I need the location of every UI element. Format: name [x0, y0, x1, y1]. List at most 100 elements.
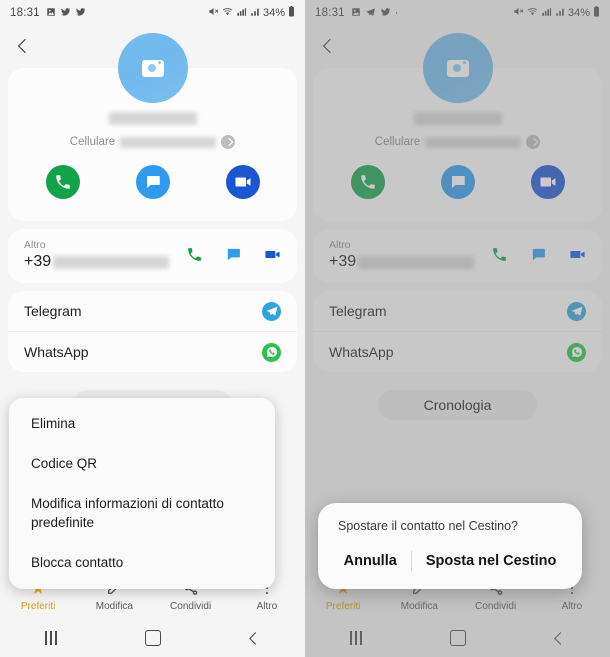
recents-icon[interactable]	[0, 631, 102, 645]
twitter-icon	[380, 7, 391, 20]
menu-item-elimina[interactable]: Elimina	[9, 404, 275, 444]
telegram-icon	[262, 301, 281, 321]
app-row-telegram[interactable]: Telegram	[8, 291, 297, 331]
app-row-whatsapp[interactable]: WhatsApp	[313, 331, 602, 372]
photos-icon	[351, 7, 361, 20]
video-camera-icon	[540, 177, 555, 187]
toolbar-item-label: Preferiti	[20, 601, 56, 612]
status-bar: 18:31 34%	[0, 0, 305, 26]
contact-phone-line[interactable]: Cellulare	[8, 135, 297, 149]
video-call-button[interactable]	[530, 165, 565, 199]
back-icon[interactable]	[508, 632, 610, 644]
chevron-right-icon[interactable]	[221, 135, 236, 149]
menu-item-blocca-contatto[interactable]: Blocca contatto	[9, 543, 275, 583]
signal-icon	[236, 7, 247, 20]
message-button[interactable]	[135, 165, 170, 199]
menu-item-codice-qr[interactable]: Codice QR	[9, 444, 275, 484]
app-row-whatsapp[interactable]: WhatsApp	[8, 331, 297, 372]
other-number-card: Altro +39	[8, 229, 297, 283]
linked-apps-list: Telegram WhatsApp	[313, 291, 602, 372]
chevron-right-icon[interactable]	[526, 135, 541, 149]
app-row-label: Telegram	[24, 303, 82, 319]
other-message-button[interactable]	[225, 246, 242, 268]
linked-apps-list: Telegram WhatsApp	[8, 291, 297, 372]
telegram-icon	[365, 7, 376, 20]
status-right-icons: 34%	[513, 6, 600, 20]
wifi-icon	[222, 6, 233, 20]
contact-hero-card: Cellulare	[313, 33, 602, 221]
contact-name-redacted	[413, 112, 502, 125]
status-time: 18:31	[315, 7, 345, 19]
other-number-label: Altro	[329, 239, 351, 251]
back-chevron-icon[interactable]	[319, 38, 337, 56]
video-camera-icon	[235, 177, 250, 187]
app-row-telegram[interactable]: Telegram	[313, 291, 602, 331]
cancel-button[interactable]: Annulla	[330, 547, 411, 575]
camera-placeholder-icon	[446, 59, 469, 77]
toolbar-item-label: Modifica	[95, 601, 133, 612]
back-icon[interactable]	[203, 632, 305, 644]
right-phone-screen: 18:31 · 34% Cellulare Altro +39 Telegram…	[305, 0, 610, 657]
photos-icon	[46, 7, 56, 20]
other-number-label: Altro	[24, 239, 46, 251]
system-nav-bar	[305, 619, 610, 657]
other-number-actions	[186, 246, 281, 271]
home-icon[interactable]	[407, 630, 509, 646]
app-row-label: WhatsApp	[329, 344, 394, 360]
message-icon	[532, 248, 545, 261]
other-call-button[interactable]	[491, 246, 508, 268]
call-button[interactable]	[350, 165, 385, 199]
phone-type-label: Cellulare	[374, 136, 421, 148]
contact-phone-line[interactable]: Cellulare	[313, 135, 602, 149]
other-number-redacted	[53, 255, 170, 269]
back-chevron-icon[interactable]	[14, 38, 32, 56]
avatar[interactable]	[117, 33, 188, 103]
phone-icon	[493, 248, 506, 261]
video-call-button[interactable]	[225, 165, 260, 199]
phone-icon	[188, 248, 201, 261]
other-number-prefix: +39	[329, 253, 357, 270]
toolbar-item-label: Altro	[256, 601, 278, 612]
twitter-icon-2	[75, 7, 86, 20]
avatar[interactable]	[422, 33, 493, 103]
mute-icon	[513, 6, 524, 20]
contact-hero: Cellulare	[8, 33, 297, 221]
phone-icon	[360, 175, 375, 189]
contact-name	[8, 106, 297, 135]
wifi-icon	[527, 6, 538, 20]
other-call-button[interactable]	[186, 246, 203, 268]
contact-name-redacted	[108, 112, 197, 125]
call-button[interactable]	[45, 165, 80, 199]
dialog-buttons: Annulla Sposta nel Cestino	[318, 539, 582, 581]
home-icon[interactable]	[102, 630, 204, 646]
message-icon	[227, 248, 240, 261]
status-right-icons: 34%	[208, 6, 295, 20]
other-video-button[interactable]	[264, 246, 281, 268]
confirm-move-to-trash-button[interactable]: Sposta nel Cestino	[412, 547, 571, 575]
signal-icon	[541, 7, 552, 20]
status-bar: 18:31 · 34%	[305, 0, 610, 26]
status-left-icons: ·	[351, 7, 398, 20]
message-icon	[146, 176, 160, 188]
history-button[interactable]: Cronologia	[377, 390, 538, 420]
message-button[interactable]	[440, 165, 475, 199]
quick-actions	[8, 165, 297, 205]
battery-percent: 34%	[567, 7, 590, 19]
toolbar-item-label: Modifica	[400, 601, 438, 612]
message-icon	[451, 176, 465, 188]
other-number-actions	[491, 246, 586, 271]
signal-bars-icon	[555, 7, 565, 20]
other-message-button[interactable]	[530, 246, 547, 268]
other-number-redacted	[358, 255, 475, 269]
other-number-prefix: +39	[24, 253, 52, 270]
status-time: 18:31	[10, 7, 40, 19]
menu-item-modifica-predefinite[interactable]: Modifica informazioni di contatto predef…	[9, 484, 275, 542]
video-camera-icon	[265, 250, 280, 259]
recents-icon[interactable]	[305, 631, 407, 645]
other-number-info: Altro +39	[24, 239, 186, 271]
phone-icon	[55, 175, 70, 189]
whatsapp-icon	[262, 342, 281, 362]
other-number-card: Altro +39	[313, 229, 602, 283]
app-row-label: Telegram	[329, 303, 387, 319]
other-video-button[interactable]	[569, 246, 586, 268]
